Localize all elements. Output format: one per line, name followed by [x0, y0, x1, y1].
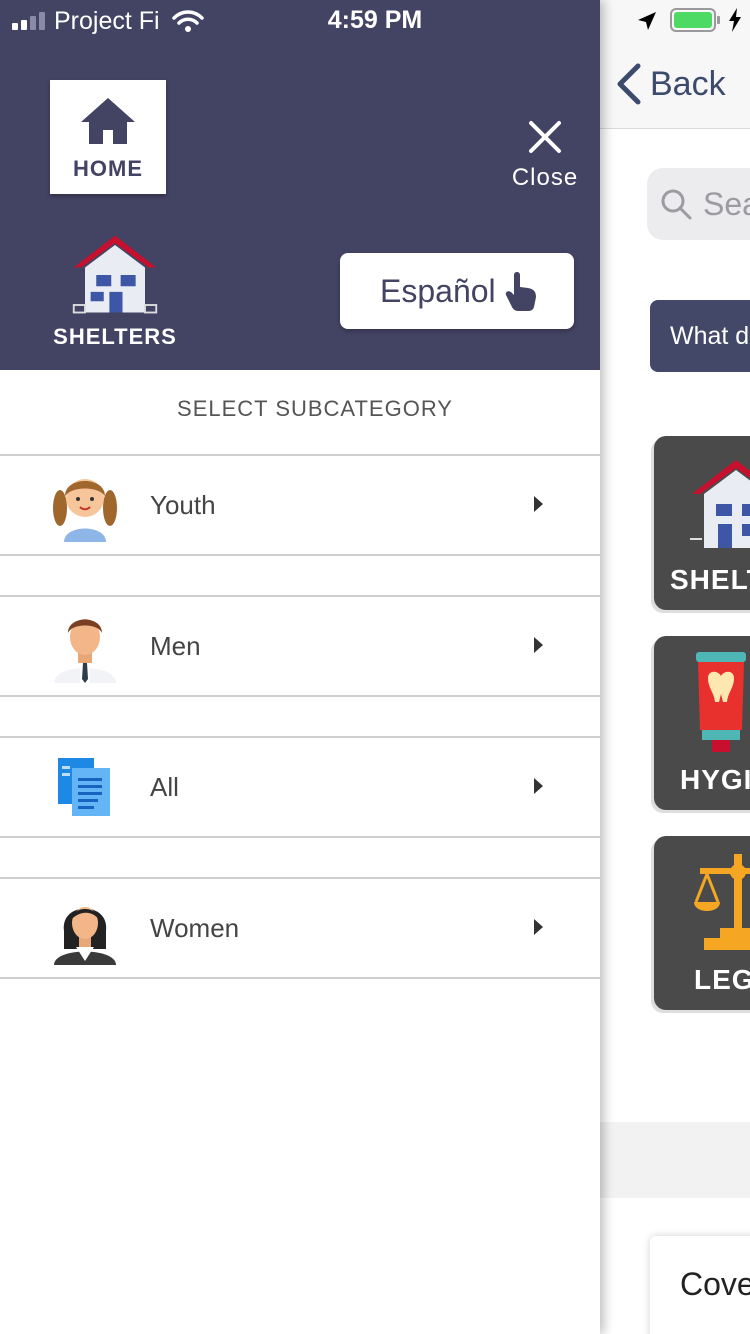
close-label: Close [511, 164, 579, 191]
list-item-label: Women [150, 913, 240, 943]
category-label: LEG [694, 964, 750, 995]
close-button[interactable]: Close [506, 112, 584, 196]
location-arrow-icon [638, 12, 656, 30]
chevron-left-icon [617, 63, 641, 105]
chevron-right-icon [534, 637, 543, 653]
tap-hand-icon [505, 272, 536, 311]
list-item-label: Youth [150, 490, 216, 520]
list-item-women[interactable]: Women [0, 879, 600, 977]
signal-strength-icon [12, 12, 45, 30]
man-avatar-icon [54, 619, 116, 683]
back-button[interactable]: Back [616, 62, 726, 106]
category-card-shelters[interactable]: SHELT [654, 436, 750, 610]
background-screen: Back Sea What d SHELT [600, 0, 750, 1334]
section-separator [600, 1122, 750, 1198]
status-carrier: Project Fi [12, 6, 204, 36]
toothpaste-icon [696, 652, 746, 752]
carrier-name: Project Fi [54, 6, 160, 35]
scales-icon [694, 854, 750, 950]
category-label: HYGI [680, 764, 750, 795]
cover-card[interactable]: Cove [650, 1236, 750, 1334]
home-label: HOME [73, 156, 143, 181]
language-button[interactable]: Español [340, 253, 574, 329]
woman-avatar-icon [54, 907, 116, 965]
drawer-header: Project Fi HOME Close SHELTERS Español [0, 0, 600, 370]
divider [0, 836, 600, 838]
chevron-right-icon [534, 778, 543, 794]
category-card-legal[interactable]: LEG [654, 836, 750, 1010]
girl-avatar-icon [53, 479, 117, 542]
subcategory-heading: SELECT SUBCATEGORY [177, 396, 453, 421]
home-icon [81, 98, 135, 144]
chevron-right-icon [534, 919, 543, 935]
divider [0, 554, 600, 556]
chevron-right-icon [534, 496, 543, 512]
close-icon [529, 121, 561, 153]
list-item-men[interactable]: Men [0, 597, 600, 695]
language-button-label: Español [380, 272, 496, 309]
wifi-icon [171, 10, 204, 32]
shelters-category[interactable]: SHELTERS [50, 226, 180, 352]
category-card-hygiene[interactable]: HYGI [654, 636, 750, 810]
side-drawer: Project Fi HOME Close SHELTERS Español S… [0, 0, 600, 1334]
list-item-label: Men [150, 631, 201, 661]
charging-bolt-icon [729, 8, 741, 32]
list-item-label: All [150, 772, 179, 802]
documents-icon [58, 758, 110, 816]
question-button[interactable]: What d [650, 300, 750, 372]
cover-card-label: Cove [680, 1266, 750, 1302]
list-item-youth[interactable]: Youth [0, 456, 600, 554]
list-item-all[interactable]: All [0, 738, 600, 836]
status-indicators [636, 8, 746, 34]
category-label: SHELT [670, 564, 750, 595]
divider [0, 977, 600, 979]
question-button-label: What d [670, 321, 750, 350]
shelters-label: SHELTERS [53, 324, 177, 349]
back-label: Back [650, 64, 726, 103]
battery-icon [670, 8, 720, 32]
search-placeholder: Sea [703, 185, 750, 222]
search-input[interactable]: Sea [647, 168, 750, 240]
divider [0, 695, 600, 697]
house-icon [690, 460, 750, 548]
search-icon [661, 189, 692, 220]
house-icon [72, 235, 158, 314]
home-button[interactable]: HOME [50, 80, 166, 194]
